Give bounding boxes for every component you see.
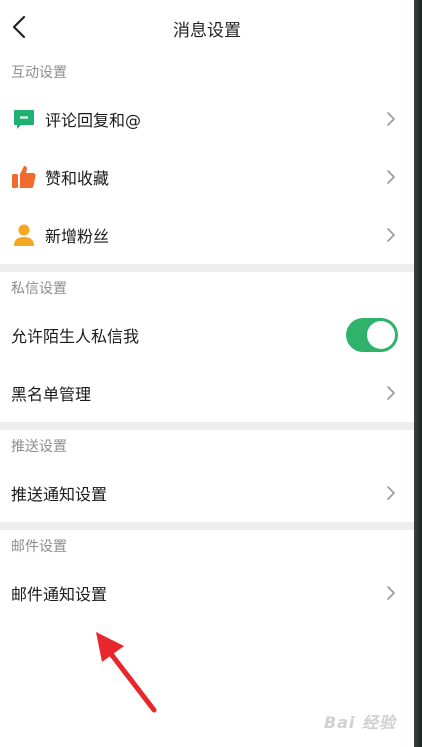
chevron-right-icon (387, 170, 395, 184)
row-label: 允许陌生人私信我 (11, 327, 140, 346)
section-label-push: 推送设置 (11, 439, 67, 455)
row-label: 推送通知设置 (11, 485, 108, 504)
row-push-notifications[interactable]: 推送通知设置 (0, 464, 414, 522)
chevron-right-icon (387, 112, 395, 126)
section-label-mail: 邮件设置 (11, 539, 67, 555)
section-divider (0, 522, 414, 530)
chevron-right-icon (387, 386, 395, 400)
chevron-right-icon (387, 586, 395, 600)
device-edge (414, 0, 422, 747)
row-allow-strangers: 允许陌生人私信我 (0, 306, 414, 364)
toggle-knob (367, 321, 395, 349)
header: 消息设置 (0, 0, 414, 56)
row-likes-favorites[interactable]: 赞和收藏 (0, 148, 414, 206)
row-label: 评论回复和@ (45, 111, 142, 130)
section-divider (0, 264, 414, 272)
row-comment-replies[interactable]: 评论回复和@ (0, 90, 414, 148)
row-label: 邮件通知设置 (11, 585, 108, 604)
chevron-right-icon (387, 486, 395, 500)
settings-screen: 消息设置 互动设置 评论回复和@ 赞和收藏 新增粉丝 私信设置 允许陌生人私信我… (0, 0, 414, 747)
thumbs-up-icon (11, 164, 37, 190)
row-blacklist[interactable]: 黑名单管理 (0, 364, 414, 422)
row-label: 新增粉丝 (45, 227, 110, 246)
row-mail-notifications[interactable]: 邮件通知设置 (0, 564, 414, 622)
chevron-right-icon (387, 228, 395, 242)
section-label-interaction: 互动设置 (11, 65, 67, 81)
section-divider (0, 422, 414, 430)
person-icon (11, 222, 37, 248)
row-label: 黑名单管理 (11, 385, 92, 404)
allow-strangers-toggle[interactable] (346, 318, 398, 352)
page-title: 消息设置 (173, 21, 241, 41)
comment-bubble-icon (11, 106, 37, 132)
row-label: 赞和收藏 (45, 169, 110, 188)
annotation-arrow-icon (96, 632, 157, 713)
watermark: Bai 经验 (323, 713, 396, 732)
section-label-private-message: 私信设置 (11, 281, 67, 297)
row-new-followers[interactable]: 新增粉丝 (0, 206, 414, 264)
